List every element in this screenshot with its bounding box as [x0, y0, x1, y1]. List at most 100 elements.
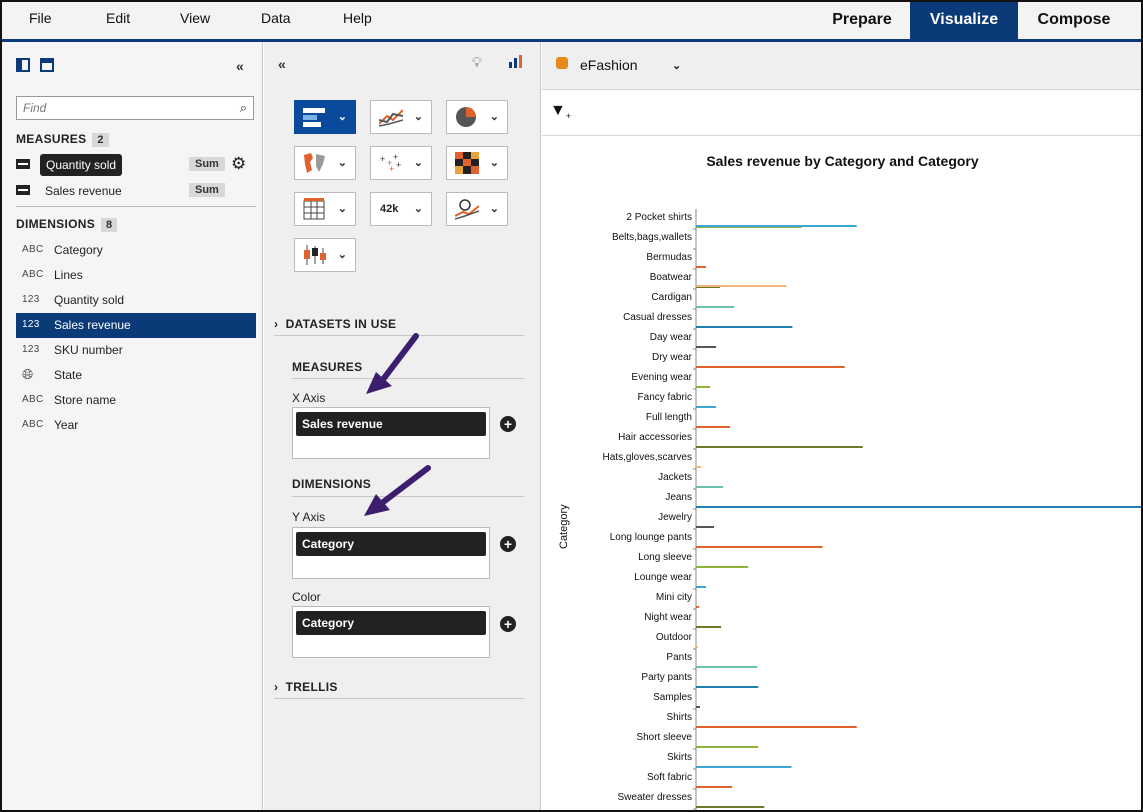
box-plot-type-button[interactable]: ⌄ [294, 238, 356, 272]
line-chart-icon [379, 109, 403, 127]
scatter-chart-type-button[interactable]: + + + + + ⌄ [370, 146, 432, 180]
category-tick-label: Cardigan [651, 292, 692, 303]
dimension-item-year[interactable]: ABC Year [16, 413, 256, 438]
chevron-down-icon: ⌄ [413, 111, 423, 123]
measure-icon [16, 185, 30, 195]
menu-bar: File Edit View Data Help Prepare Visuali… [2, 2, 1141, 42]
dimension-label: Sales revenue [54, 318, 131, 332]
y-axis-field-chip[interactable]: Category [296, 532, 486, 556]
app-window: File Edit View Data Help Prepare Visuali… [0, 0, 1143, 812]
line-chart-type-button[interactable]: ⌄ [370, 100, 432, 134]
find-input[interactable]: Find ⌕ [16, 96, 254, 120]
category-tick-label: Hair accessories [618, 432, 692, 443]
menu-file[interactable]: File [29, 10, 52, 26]
data-panel: « Find ⌕ MEASURES 2 Quantity sold Sum ⚙ S… [2, 42, 263, 810]
table-type-button[interactable]: ⌄ [294, 192, 356, 226]
measures-header: MEASURES 2 [16, 132, 109, 147]
chart-builder-icon[interactable] [508, 54, 524, 71]
aggregation-badge[interactable]: Sum [189, 183, 225, 197]
text-type-icon: ABC [22, 244, 44, 255]
dimension-label: Store name [54, 393, 117, 407]
category-tick-label: Full length [646, 412, 692, 423]
kpi-type-button[interactable]: 42k ⌄ [370, 192, 432, 226]
tab-visualize[interactable]: Visualize [910, 2, 1018, 39]
tab-compose[interactable]: Compose [1018, 2, 1130, 39]
dimension-item-category[interactable]: ABC Category [16, 238, 256, 263]
category-tick-label: Bermudas [646, 252, 692, 263]
gear-icon[interactable]: ⚙ [231, 154, 246, 174]
x-axis-drop-zone[interactable]: Sales revenue [292, 407, 490, 459]
trellis-toggle[interactable]: › TRELLIS [274, 680, 338, 694]
geo-map-type-button[interactable]: ⌄ [294, 146, 356, 180]
trend-icon [455, 199, 479, 220]
dimension-label: Category [54, 243, 103, 257]
measure-item-quantity-sold[interactable]: Quantity sold Sum ⚙ [16, 154, 256, 176]
annotation-arrow [366, 333, 419, 394]
dimension-label: Lines [54, 268, 83, 282]
dimension-item-quantity-sold[interactable]: 123 Quantity sold [16, 288, 256, 313]
bar-chart-type-button[interactable]: ⌄ [294, 100, 356, 134]
chevron-down-icon: ⌄ [337, 203, 347, 215]
dimensions-count-badge: 8 [101, 218, 118, 232]
dimension-label: Quantity sold [54, 293, 125, 307]
datasets-in-use-toggle[interactable]: › DATASETS IN USE [274, 317, 396, 331]
category-tick-label: Long sleeve [638, 552, 692, 563]
menu-view[interactable]: View [180, 10, 210, 26]
menu-help[interactable]: Help [343, 10, 372, 26]
category-tick-label: Evening wear [631, 372, 692, 383]
aggregation-badge[interactable]: Sum [189, 157, 225, 171]
lightbulb-icon[interactable]: 💡︎ [472, 54, 482, 71]
chevron-down-icon: ⌄ [413, 157, 423, 169]
text-type-icon: ABC [22, 419, 44, 430]
menu-data[interactable]: Data [261, 10, 291, 26]
filter-bar: ▼+ [542, 90, 1141, 136]
svg-text:+: + [396, 160, 401, 170]
dimension-item-state[interactable]: 🌐︎ State [16, 363, 256, 388]
number-type-icon: 123 [22, 294, 40, 305]
measure-label: Quantity sold [40, 154, 123, 176]
chevron-down-icon: ⌄ [337, 111, 347, 123]
chevron-down-icon: ⌄ [489, 203, 499, 215]
add-color-icon[interactable]: + [500, 616, 516, 632]
color-field-chip[interactable]: Category [296, 611, 486, 635]
category-tick-label: Fancy fabric [638, 392, 692, 403]
dimension-item-lines[interactable]: ABC Lines [16, 263, 256, 288]
category-tick-label: Shirts [666, 712, 692, 723]
category-tick-label: Night wear [644, 612, 692, 623]
dimensions-header-label: DIMENSIONS [16, 217, 96, 231]
add-filter-icon[interactable]: ▼+ [550, 102, 571, 121]
grid-view-icon[interactable] [40, 58, 54, 72]
color-drop-zone[interactable]: Category [292, 606, 490, 658]
y-axis-label: Y Axis [292, 510, 326, 524]
add-x-axis-icon[interactable]: + [500, 416, 516, 432]
menu-edit[interactable]: Edit [106, 10, 130, 26]
measure-item-sales-revenue[interactable]: Sales revenue Sum [16, 180, 256, 202]
chevron-down-icon: ⌄ [413, 203, 423, 215]
text-type-icon: ABC [22, 269, 44, 280]
category-tick-label: Mini city [656, 592, 692, 603]
y-axis-drop-zone[interactable]: Category [292, 527, 490, 579]
objects-view-icon[interactable] [16, 58, 30, 72]
tab-prepare[interactable]: Prepare [814, 2, 910, 39]
collapse-left-panel-button[interactable]: « [236, 58, 244, 74]
trend-chart-type-button[interactable]: ⌄ [446, 192, 508, 226]
category-tick-label: Pants [666, 652, 692, 663]
kpi-icon: 42k [380, 203, 399, 215]
x-axis-field-chip[interactable]: Sales revenue [296, 412, 486, 436]
x-axis-label: X Axis [292, 391, 326, 405]
dataset-name: eFashion [580, 57, 638, 73]
dimension-item-sku-number[interactable]: 123 SKU number [16, 338, 256, 363]
collapse-builder-button[interactable]: « [278, 56, 286, 72]
measures-header-label: MEASURES [16, 132, 87, 146]
dimension-item-sales-revenue[interactable]: 123 Sales revenue [16, 313, 256, 338]
chart-area: Sales revenue by Category and Category C… [542, 137, 1141, 810]
heatmap-type-button[interactable]: ⌄ [446, 146, 508, 180]
pie-chart-type-button[interactable]: ⌄ [446, 100, 508, 134]
category-tick-label: Soft fabric [647, 772, 692, 783]
add-y-axis-icon[interactable]: + [500, 536, 516, 552]
category-tick-label: Hats,gloves,scarves [603, 452, 692, 463]
chevron-down-icon: ⌄ [337, 249, 347, 261]
dimension-item-store-name[interactable]: ABC Store name [16, 388, 256, 413]
chevron-down-icon: ⌄ [489, 111, 499, 123]
dataset-selector[interactable]: eFashion ⌄ [542, 42, 1141, 90]
